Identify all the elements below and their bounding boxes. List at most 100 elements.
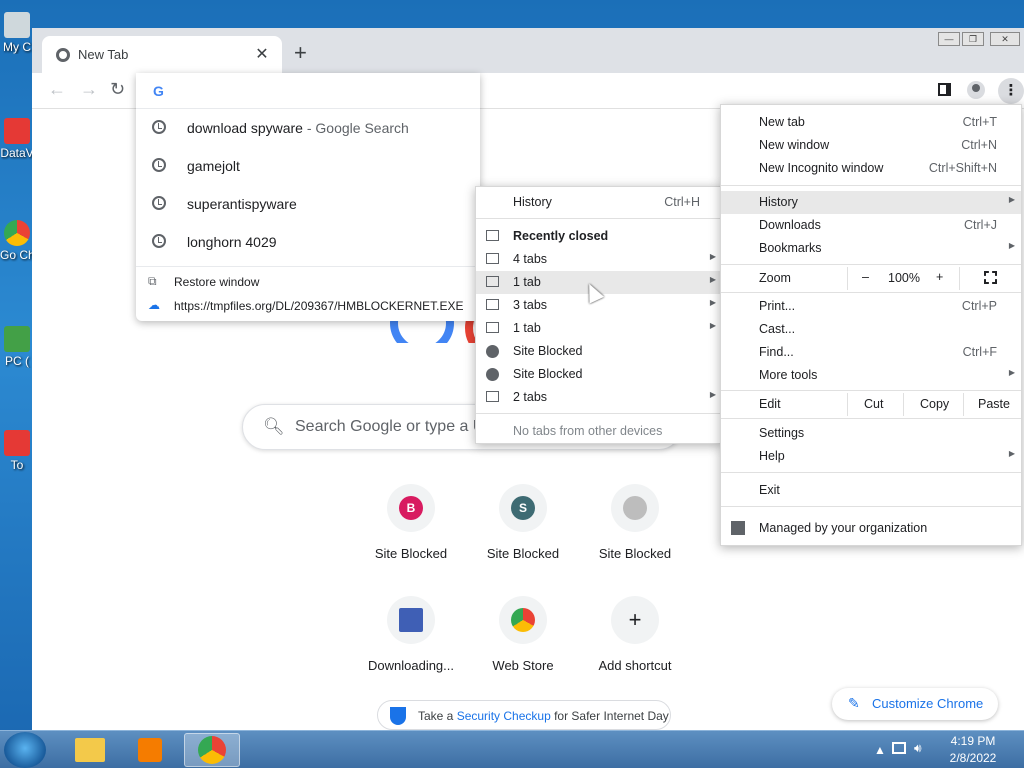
back-button[interactable]: ← [48, 79, 66, 100]
recent-entry[interactable]: Site Blocked [476, 340, 722, 363]
menu-item-exit[interactable]: Exit [721, 479, 1021, 502]
managed-by-org[interactable]: Managed by your organization [721, 517, 1021, 540]
desktop-icon-label: My C [3, 40, 31, 54]
shortcut-tile[interactable]: Site Blocked [579, 476, 691, 576]
tab-new-tab[interactable]: New Tab ✕ [42, 36, 282, 73]
menu-item-bookmarks[interactable]: Bookmarks ▶ [721, 237, 1021, 260]
menu-item-downloads[interactable]: Downloads Ctrl+J [721, 214, 1021, 237]
divider [136, 266, 480, 267]
desktop-icon-label: DataV [0, 146, 34, 160]
minimize-button[interactable]: — [938, 32, 960, 46]
profile-icon[interactable] [966, 81, 986, 101]
start-button[interactable] [4, 732, 46, 768]
fullscreen-button[interactable] [959, 267, 1021, 290]
web-store-icon [511, 608, 535, 632]
divider [476, 218, 722, 219]
download-url-item[interactable]: ☁ https://tmpfiles.org/DL/209367/HMBLOCK… [136, 294, 480, 318]
zoom-out-button[interactable]: – [862, 270, 869, 284]
tile-label: Site Blocked [486, 546, 560, 561]
volume-icon[interactable]: 🔊︎ [914, 741, 922, 756]
desktop-icon-chrome[interactable]: Go Ch [0, 220, 34, 262]
fullscreen-icon [984, 271, 997, 284]
tab-close-button[interactable]: ✕ [252, 44, 272, 64]
omnibox-input[interactable]: G [136, 73, 480, 109]
history-clock-icon [152, 158, 166, 172]
no-tabs-message: No tabs from other devices [513, 424, 663, 438]
reload-button[interactable]: ↻ [110, 79, 125, 100]
desktop-icon-label: PC ( [5, 354, 29, 368]
cut-button[interactable]: Cut [847, 393, 903, 416]
close-window-button[interactable]: ✕ [990, 32, 1020, 46]
edit-row: Edit Cut Copy Paste [721, 393, 1021, 416]
taskbar-media-player[interactable] [122, 733, 178, 767]
customize-chrome-button[interactable]: ✎ Customize Chrome [832, 688, 998, 720]
desktop-icon-label: Go Ch [0, 248, 34, 262]
recently-closed-header: Recently closed [476, 225, 722, 248]
menu-item-new-window[interactable]: New window Ctrl+N [721, 134, 1021, 157]
network-icon[interactable] [892, 742, 906, 754]
shortcut-tile[interactable]: Downloading... [355, 588, 467, 688]
clock-date[interactable]: 2/8/2022 [944, 751, 1002, 765]
paste-button[interactable]: Paste [963, 393, 1021, 416]
menu-item-history[interactable]: History ▶ [721, 191, 1021, 214]
menu-item-print[interactable]: Print... Ctrl+P [721, 295, 1021, 318]
menu-item-find[interactable]: Find... Ctrl+F [721, 341, 1021, 364]
add-shortcut-tile[interactable]: + Add shortcut [579, 588, 691, 688]
restore-window-label: Restore window [174, 275, 260, 289]
menu-item-incognito[interactable]: New Incognito window Ctrl+Shift+N [721, 157, 1021, 180]
clock-time[interactable]: 4:19 PM [944, 734, 1002, 748]
recent-entry[interactable]: Site Blocked [476, 363, 722, 386]
suggestion-item[interactable]: gamejolt [136, 147, 480, 185]
forward-button[interactable]: → [80, 79, 98, 100]
shortcut-tile[interactable]: B Site Blocked [355, 476, 467, 576]
menu-item-settings[interactable]: Settings [721, 422, 1021, 445]
security-checkup-promo[interactable]: Take a Security Checkup for Safer Intern… [377, 700, 671, 730]
site-favicon-icon [399, 608, 423, 632]
shortcut-tile[interactable]: Web Store [467, 588, 579, 688]
promo-text: for Safer Internet Day [550, 709, 669, 723]
menu-item-history[interactable]: History Ctrl+H [476, 191, 722, 214]
menu-item-more-tools[interactable]: More tools ▶ [721, 364, 1021, 387]
desktop-icon-computer[interactable]: My C [0, 12, 34, 54]
recent-entry[interactable]: 4 tabs ▶ [476, 248, 722, 271]
menu-item-help[interactable]: Help ▶ [721, 445, 1021, 468]
shield-icon [390, 707, 406, 725]
show-hidden-icons[interactable]: ▲ [874, 743, 886, 757]
suggestion-item[interactable]: superantispyware [136, 185, 480, 223]
restore-window-item[interactable]: ⧉ Restore window [136, 270, 480, 294]
desktop-icon-to[interactable]: To [0, 430, 34, 472]
open-external-icon: ⧉ [148, 274, 157, 288]
suggestion-text: gamejolt [187, 158, 240, 174]
history-clock-icon [152, 196, 166, 210]
media-player-icon [138, 738, 162, 762]
site-favicon-icon [623, 496, 647, 520]
recent-entry[interactable]: 2 tabs ▶ [476, 386, 722, 409]
recent-entry[interactable]: 1 tab ▶ [476, 317, 722, 340]
suggestion-text: superantispyware [187, 196, 297, 212]
search-placeholder: Search Google or type a U [295, 418, 485, 435]
suggestion-item[interactable]: longhorn 4029 [136, 223, 480, 261]
tab-icon [486, 299, 499, 310]
security-checkup-link[interactable]: Security Checkup [457, 709, 551, 723]
maximize-button[interactable]: ❐ [962, 32, 984, 46]
desktop-icon-datav[interactable]: DataV [0, 118, 34, 160]
menu-item-new-tab[interactable]: New tab Ctrl+T [721, 111, 1021, 134]
new-tab-button[interactable]: + [294, 42, 307, 64]
suggestion-desc: - Google Search [302, 120, 409, 136]
tab-icon [486, 253, 499, 264]
tab-strip: — ❐ ✕ New Tab ✕ + [32, 28, 1024, 73]
desktop-icon-pc[interactable]: PC ( [0, 326, 34, 368]
shortcut-icon [4, 118, 30, 144]
plus-icon: + [628, 607, 642, 632]
tab-icon [486, 276, 499, 287]
side-panel-icon[interactable] [934, 81, 954, 101]
menu-item-cast[interactable]: Cast... [721, 318, 1021, 341]
suggestion-item[interactable]: download spyware - Google Search [136, 109, 480, 147]
taskbar-explorer[interactable] [62, 733, 118, 767]
chrome-main-menu: New tab Ctrl+T New window Ctrl+N New Incog… [720, 104, 1022, 546]
taskbar-chrome[interactable] [184, 733, 240, 767]
copy-button[interactable]: Copy [903, 393, 963, 416]
shortcut-tile[interactable]: S Site Blocked [467, 476, 579, 576]
zoom-in-button[interactable]: + [936, 270, 943, 284]
menu-kebab-icon[interactable]: ⋮ [998, 78, 1024, 104]
